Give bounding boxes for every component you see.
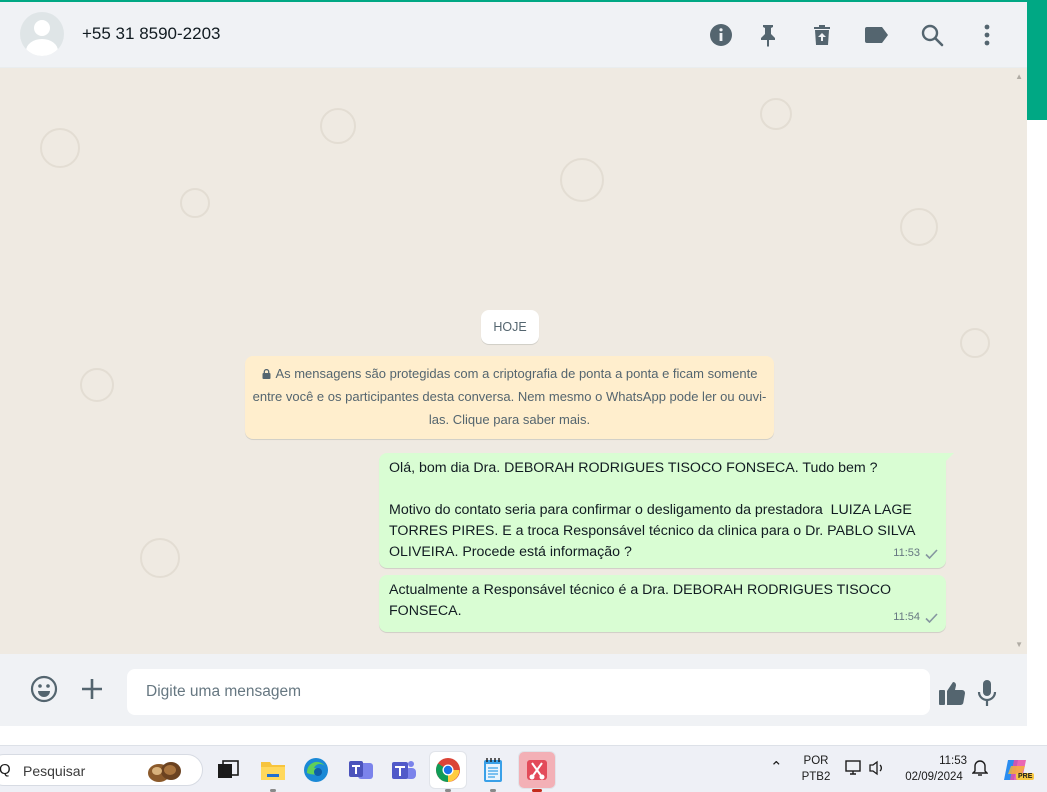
teams-icon[interactable] <box>386 752 422 788</box>
message-meta: 11:53 <box>893 543 938 564</box>
wallpaper-doodle <box>180 188 210 218</box>
avatar-head-shape <box>34 20 50 36</box>
date-chip: HOJE <box>481 310 539 344</box>
notepad-icon[interactable] <box>475 752 511 792</box>
scroll-up-arrow[interactable]: ▲ <box>1015 72 1023 81</box>
taskbar-search-label: Pesquisar <box>23 763 86 779</box>
message-composer <box>0 654 1027 726</box>
contact-name[interactable]: +55 31 8590-2203 <box>82 24 221 44</box>
emoji-icon[interactable] <box>29 674 59 704</box>
wallpaper-doodle <box>900 208 938 246</box>
search-highlight-icon <box>148 762 181 782</box>
avatar[interactable] <box>20 12 64 56</box>
teams-icon[interactable] <box>343 752 379 788</box>
network-icon[interactable] <box>845 759 863 782</box>
encryption-notice-text: As mensagens são protegidas com a cripto… <box>252 366 767 427</box>
wallpaper-doodle <box>560 158 604 202</box>
chrome-icon[interactable] <box>430 752 466 792</box>
notification-bell-icon[interactable] <box>971 759 989 782</box>
info-icon[interactable] <box>708 22 734 48</box>
language-indicator[interactable]: POR PTB2 <box>800 753 832 785</box>
clock-time: 11:53 <box>939 755 967 767</box>
language-bottom: PTB2 <box>801 771 831 783</box>
windows-taskbar: Q Pesquisar ⌃ POR PTB2 11:53 02/09/2024 … <box>0 745 1047 792</box>
message-meta: 11:54 <box>893 607 938 628</box>
chat-area[interactable]: ▲ ▼ HOJE As mensagens são protegidas com… <box>0 68 1027 654</box>
background-window-accent <box>1027 0 1047 120</box>
delete-icon[interactable] <box>809 22 835 48</box>
check-icon <box>925 548 938 559</box>
check-icon <box>925 612 938 623</box>
taskbar-search[interactable]: Q Pesquisar <box>0 754 203 786</box>
message-bubble-outgoing[interactable]: Olá, bom dia Dra. DEBORAH RODRIGUES TISO… <box>379 453 954 568</box>
menu-icon[interactable] <box>974 22 1000 48</box>
encryption-notice[interactable]: As mensagens são protegidas com a cripto… <box>245 356 774 439</box>
message-input[interactable] <box>127 669 930 715</box>
snipping-tool-icon[interactable] <box>519 752 555 792</box>
copilot-badge: PRE <box>1016 773 1035 780</box>
message-text: Olá, bom dia Dra. DEBORAH RODRIGUES TISO… <box>389 460 915 560</box>
wallpaper-doodle <box>320 108 356 144</box>
avatar-body-shape <box>26 39 58 56</box>
wallpaper-doodle <box>140 538 180 578</box>
volume-icon[interactable] <box>868 759 886 782</box>
pin-icon[interactable] <box>755 22 781 48</box>
wallpaper-doodle <box>80 368 114 402</box>
chevron-up-icon[interactable]: ⌃ <box>770 760 783 776</box>
chat-header: +55 31 8590-2203 <box>0 2 1027 68</box>
search-icon: Q <box>0 761 11 778</box>
file-explorer-icon[interactable] <box>255 752 291 792</box>
lock-icon <box>262 369 271 379</box>
microphone-icon[interactable] <box>972 678 1002 708</box>
message-text: Actualmente a Responsável técnico é a Dr… <box>389 582 895 619</box>
whatsapp-window: +55 31 8590-2203 ▲ ▼ HOJE As mensagens s… <box>0 0 1027 726</box>
label-icon[interactable] <box>864 22 890 48</box>
thumbs-up-icon[interactable] <box>937 678 967 708</box>
language-top: POR <box>803 755 829 767</box>
task-view-icon[interactable] <box>210 752 246 788</box>
search-icon[interactable] <box>919 22 945 48</box>
message-bubble-outgoing[interactable]: Actualmente a Responsável técnico é a Dr… <box>379 575 946 632</box>
clock-date: 02/09/2024 <box>905 771 963 783</box>
scroll-down-arrow[interactable]: ▼ <box>1015 640 1023 649</box>
wallpaper-doodle <box>960 328 990 358</box>
plus-icon[interactable] <box>77 674 107 704</box>
message-time: 11:54 <box>893 611 920 623</box>
edge-icon[interactable] <box>298 752 334 788</box>
message-time: 11:53 <box>893 547 920 559</box>
wallpaper-doodle <box>40 128 80 168</box>
copilot-icon[interactable]: PRE <box>1002 756 1035 784</box>
wallpaper-doodle <box>760 98 792 130</box>
clock[interactable]: 11:53 02/09/2024 <box>898 753 970 785</box>
